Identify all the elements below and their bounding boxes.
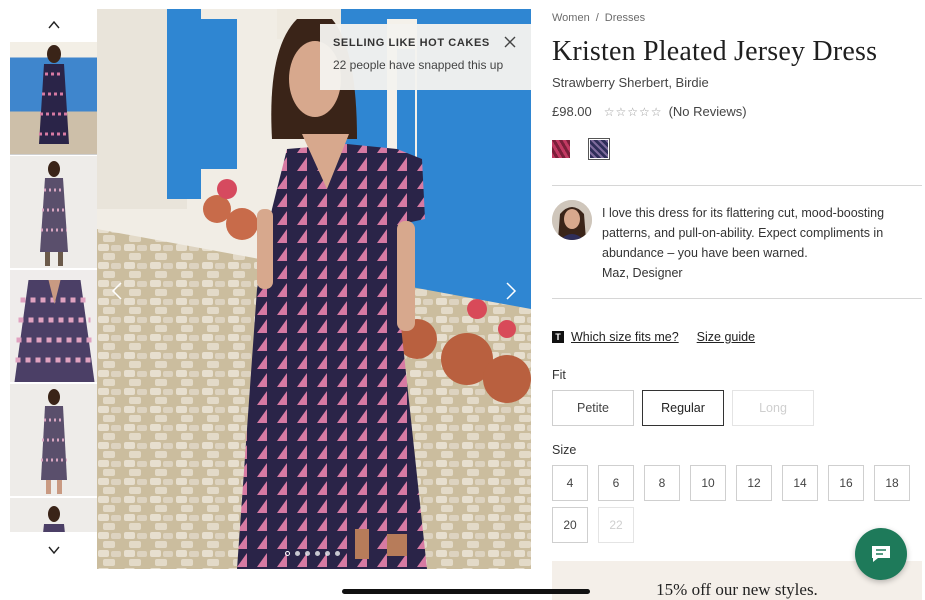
carousel-dot[interactable] xyxy=(315,551,320,556)
price-row: £98.00 ☆☆☆☆☆ (No Reviews) xyxy=(552,104,747,119)
breadcrumb-separator: / xyxy=(595,12,599,24)
avatar xyxy=(552,200,592,240)
quote-author: Maz, Designer xyxy=(602,266,683,280)
size-18-button[interactable]: 18 xyxy=(874,465,910,501)
model-photo xyxy=(38,45,69,144)
chevron-down-icon xyxy=(47,546,60,555)
size-6-button[interactable]: 6 xyxy=(598,465,634,501)
model-photo xyxy=(14,280,94,382)
price: £98.00 xyxy=(552,104,592,119)
chevron-right-icon xyxy=(506,282,517,300)
chevron-up-icon xyxy=(47,20,60,29)
size-label: Size xyxy=(552,443,577,457)
selling-fast-toast: SELLING LIKE HOT CAKES 22 people have sn… xyxy=(320,24,531,90)
which-size-link[interactable]: Which size fits me? xyxy=(571,330,679,344)
size-16-button[interactable]: 16 xyxy=(828,465,864,501)
divider xyxy=(552,185,922,186)
fit-petite-button[interactable]: Petite xyxy=(552,390,634,426)
thumbnail-list xyxy=(10,42,97,532)
breadcrumb: Women / Dresses xyxy=(552,12,645,24)
thumbnails-down-button[interactable] xyxy=(10,535,97,565)
size-10-button[interactable]: 10 xyxy=(690,465,726,501)
divider xyxy=(552,298,922,299)
carousel-dot[interactable] xyxy=(325,551,330,556)
thumbnail-5[interactable] xyxy=(10,498,97,532)
home-indicator xyxy=(342,589,590,594)
toast-text: 22 people have snapped this up xyxy=(333,58,504,72)
main-product-image: SELLING LIKE HOT CAKES 22 people have sn… xyxy=(97,9,531,569)
quote-text: I love this dress for its flattering cut… xyxy=(602,206,885,260)
fit-label: Fit xyxy=(552,368,566,382)
reviews-link[interactable]: (No Reviews) xyxy=(669,104,747,119)
size-guide-link[interactable]: Size guide xyxy=(697,330,755,344)
model-photo xyxy=(42,506,65,532)
carousel-dot[interactable] xyxy=(295,551,300,556)
fit-regular-button[interactable]: Regular xyxy=(642,390,724,426)
carousel-dots xyxy=(285,551,340,556)
promo-text: 15% off our new styles. xyxy=(656,580,818,599)
fit-options: Petite Regular Long xyxy=(552,390,814,426)
size-14-button[interactable]: 14 xyxy=(782,465,818,501)
toast-title: SELLING LIKE HOT CAKES xyxy=(333,37,490,49)
thumbnail-1[interactable] xyxy=(10,42,97,155)
chat-button[interactable] xyxy=(855,528,907,580)
carousel-dot[interactable] xyxy=(305,551,310,556)
next-image-button[interactable] xyxy=(501,279,521,303)
previous-image-button[interactable] xyxy=(107,279,127,303)
true-fit-badge-icon: T xyxy=(552,331,564,343)
thumbnails-up-button[interactable] xyxy=(10,10,97,40)
size-8-button[interactable]: 8 xyxy=(644,465,680,501)
rating-stars: ☆☆☆☆☆ xyxy=(603,104,663,119)
thumbnail-3[interactable] xyxy=(10,270,97,382)
breadcrumb-women[interactable]: Women xyxy=(552,12,590,24)
close-icon[interactable] xyxy=(503,35,517,49)
size-help-links: T Which size fits me? Size guide xyxy=(552,330,755,344)
size-4-button[interactable]: 4 xyxy=(552,465,588,501)
swatch-birdie[interactable] xyxy=(588,138,610,160)
model-photo xyxy=(40,389,67,494)
swatch-strawberry-sherbert[interactable] xyxy=(552,140,570,158)
model-photo xyxy=(97,9,531,569)
thumbnail-2[interactable] xyxy=(10,156,97,268)
breadcrumb-dresses[interactable]: Dresses xyxy=(605,12,645,24)
colour-name: Strawberry Sherbert, Birdie xyxy=(552,75,709,90)
model-photo xyxy=(39,161,68,266)
carousel-dot[interactable] xyxy=(285,551,290,556)
size-22-button[interactable]: 22 xyxy=(598,507,634,543)
size-12-button[interactable]: 12 xyxy=(736,465,772,501)
fit-long-button[interactable]: Long xyxy=(732,390,814,426)
chevron-left-icon xyxy=(111,282,122,300)
product-title: Kristen Pleated Jersey Dress xyxy=(552,36,878,67)
carousel-dot[interactable] xyxy=(335,551,340,556)
colour-swatches xyxy=(552,138,610,160)
thumbnail-4[interactable] xyxy=(10,384,97,496)
designer-photo xyxy=(552,200,592,240)
chat-bubble-icon xyxy=(872,546,890,562)
size-20-button[interactable]: 20 xyxy=(552,507,588,543)
